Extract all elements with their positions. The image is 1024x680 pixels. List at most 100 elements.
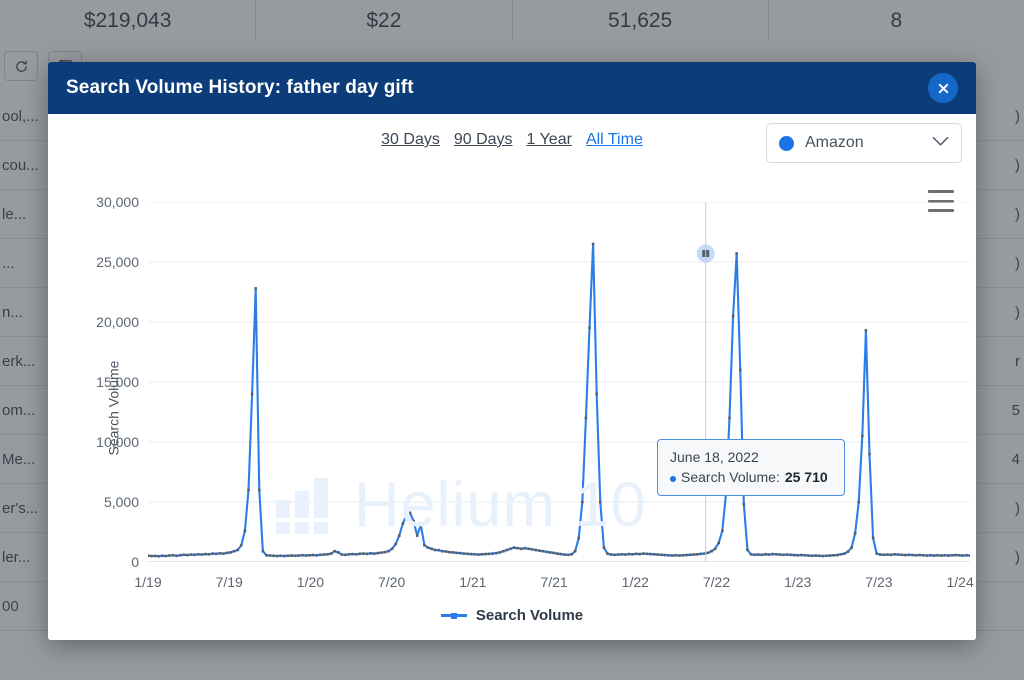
data-point: [577, 536, 581, 540]
data-point: [182, 553, 186, 557]
data-point: [265, 553, 268, 557]
data-point: [670, 554, 674, 557]
tooltip-date: June 18, 2022: [670, 449, 759, 465]
data-point: [520, 547, 523, 551]
data-point: [566, 553, 570, 557]
data-point: [148, 554, 150, 558]
data-point: [677, 554, 681, 557]
data-point: [929, 553, 932, 557]
modal-title: Search Volume History: father day gift: [66, 77, 414, 98]
data-point: [602, 546, 606, 549]
data-point: [947, 554, 950, 557]
data-point: [692, 553, 695, 556]
data-point: [473, 553, 476, 556]
x-axis-tick-label: 1/20: [296, 574, 325, 590]
data-point: [293, 554, 297, 558]
data-point: [591, 242, 595, 246]
tab-1-year[interactable]: 1 Year: [527, 131, 572, 149]
data-point: [283, 554, 286, 558]
data-point: [437, 548, 441, 552]
data-point: [868, 452, 871, 456]
data-point: [243, 529, 247, 533]
data-point: [164, 554, 168, 558]
tab-all-time[interactable]: All Time: [586, 131, 643, 149]
data-point: [904, 553, 907, 557]
data-point: [889, 553, 893, 557]
data-point: [200, 553, 204, 556]
x-axis-tick-label: 7/19: [215, 574, 243, 590]
search-volume-history-modal: Search Volume History: father day gift 3…: [48, 62, 976, 640]
data-point: [523, 546, 527, 550]
data-point: [451, 551, 455, 554]
data-point: [803, 553, 807, 557]
data-point: [340, 553, 344, 556]
x-axis-tick-label: 7/20: [378, 574, 406, 590]
data-point: [954, 553, 957, 557]
data-point: [810, 554, 814, 558]
data-point: [175, 554, 179, 558]
data-point: [301, 553, 304, 557]
data-point: [336, 551, 340, 554]
tab-30-days[interactable]: 30 Days: [381, 131, 440, 149]
data-point: [279, 554, 283, 558]
data-point: [480, 553, 484, 556]
data-point: [749, 553, 753, 556]
data-point: [871, 536, 875, 540]
chart-data-markers: [148, 242, 970, 558]
data-point: [878, 553, 882, 556]
data-point: [247, 488, 250, 492]
data-point: [491, 552, 494, 555]
data-point: [850, 546, 853, 549]
data-point: [322, 553, 326, 556]
data-point: [275, 554, 279, 558]
data-point: [261, 549, 265, 553]
data-point: [886, 553, 889, 556]
data-point: [573, 549, 577, 553]
chart-legend[interactable]: Search Volume: [48, 607, 976, 624]
data-point: [415, 534, 419, 537]
chart-gridlines: [148, 202, 970, 562]
data-point: [922, 553, 925, 557]
data-point: [240, 543, 243, 547]
data-point: [207, 553, 211, 556]
tooltip-series-label: Search Volume:: [681, 469, 780, 485]
data-point: [731, 314, 735, 318]
data-point: [153, 554, 157, 558]
data-point: [713, 547, 717, 551]
data-point: [412, 519, 415, 523]
tab-90-days[interactable]: 90 Days: [454, 131, 513, 149]
data-point: [290, 554, 293, 557]
data-point: [896, 553, 900, 556]
chart-series-line: [148, 242, 970, 558]
data-point: [563, 553, 566, 556]
y-axis-tick-label: 25,000: [96, 254, 139, 270]
data-point: [419, 523, 423, 527]
data-point: [383, 550, 387, 554]
data-point: [516, 546, 520, 550]
y-axis-tick-label: 20,000: [96, 314, 139, 330]
data-point: [796, 553, 799, 557]
legend-line-icon: [440, 613, 467, 619]
data-point: [426, 546, 430, 549]
data-point: [193, 553, 196, 557]
data-point: [846, 550, 850, 553]
data-point: [792, 553, 796, 557]
x-axis-tick-label: 7/22: [702, 574, 731, 590]
data-point: [620, 553, 624, 556]
x-axis-tick-label: 1/23: [784, 574, 812, 590]
data-point: [408, 511, 412, 515]
data-point: [882, 553, 886, 557]
close-icon[interactable]: [928, 73, 958, 103]
marketplace-dropdown[interactable]: Amazon: [766, 123, 962, 163]
data-point: [864, 329, 868, 332]
data-point: [778, 553, 782, 556]
data-point: [699, 552, 703, 556]
x-axis-tick-label: 7/21: [540, 574, 568, 590]
data-point: [918, 553, 922, 557]
data-point: [782, 553, 785, 557]
data-point: [753, 553, 756, 557]
data-point: [645, 552, 649, 556]
data-point: [799, 553, 803, 557]
data-point: [695, 553, 699, 556]
data-point: [936, 553, 939, 557]
